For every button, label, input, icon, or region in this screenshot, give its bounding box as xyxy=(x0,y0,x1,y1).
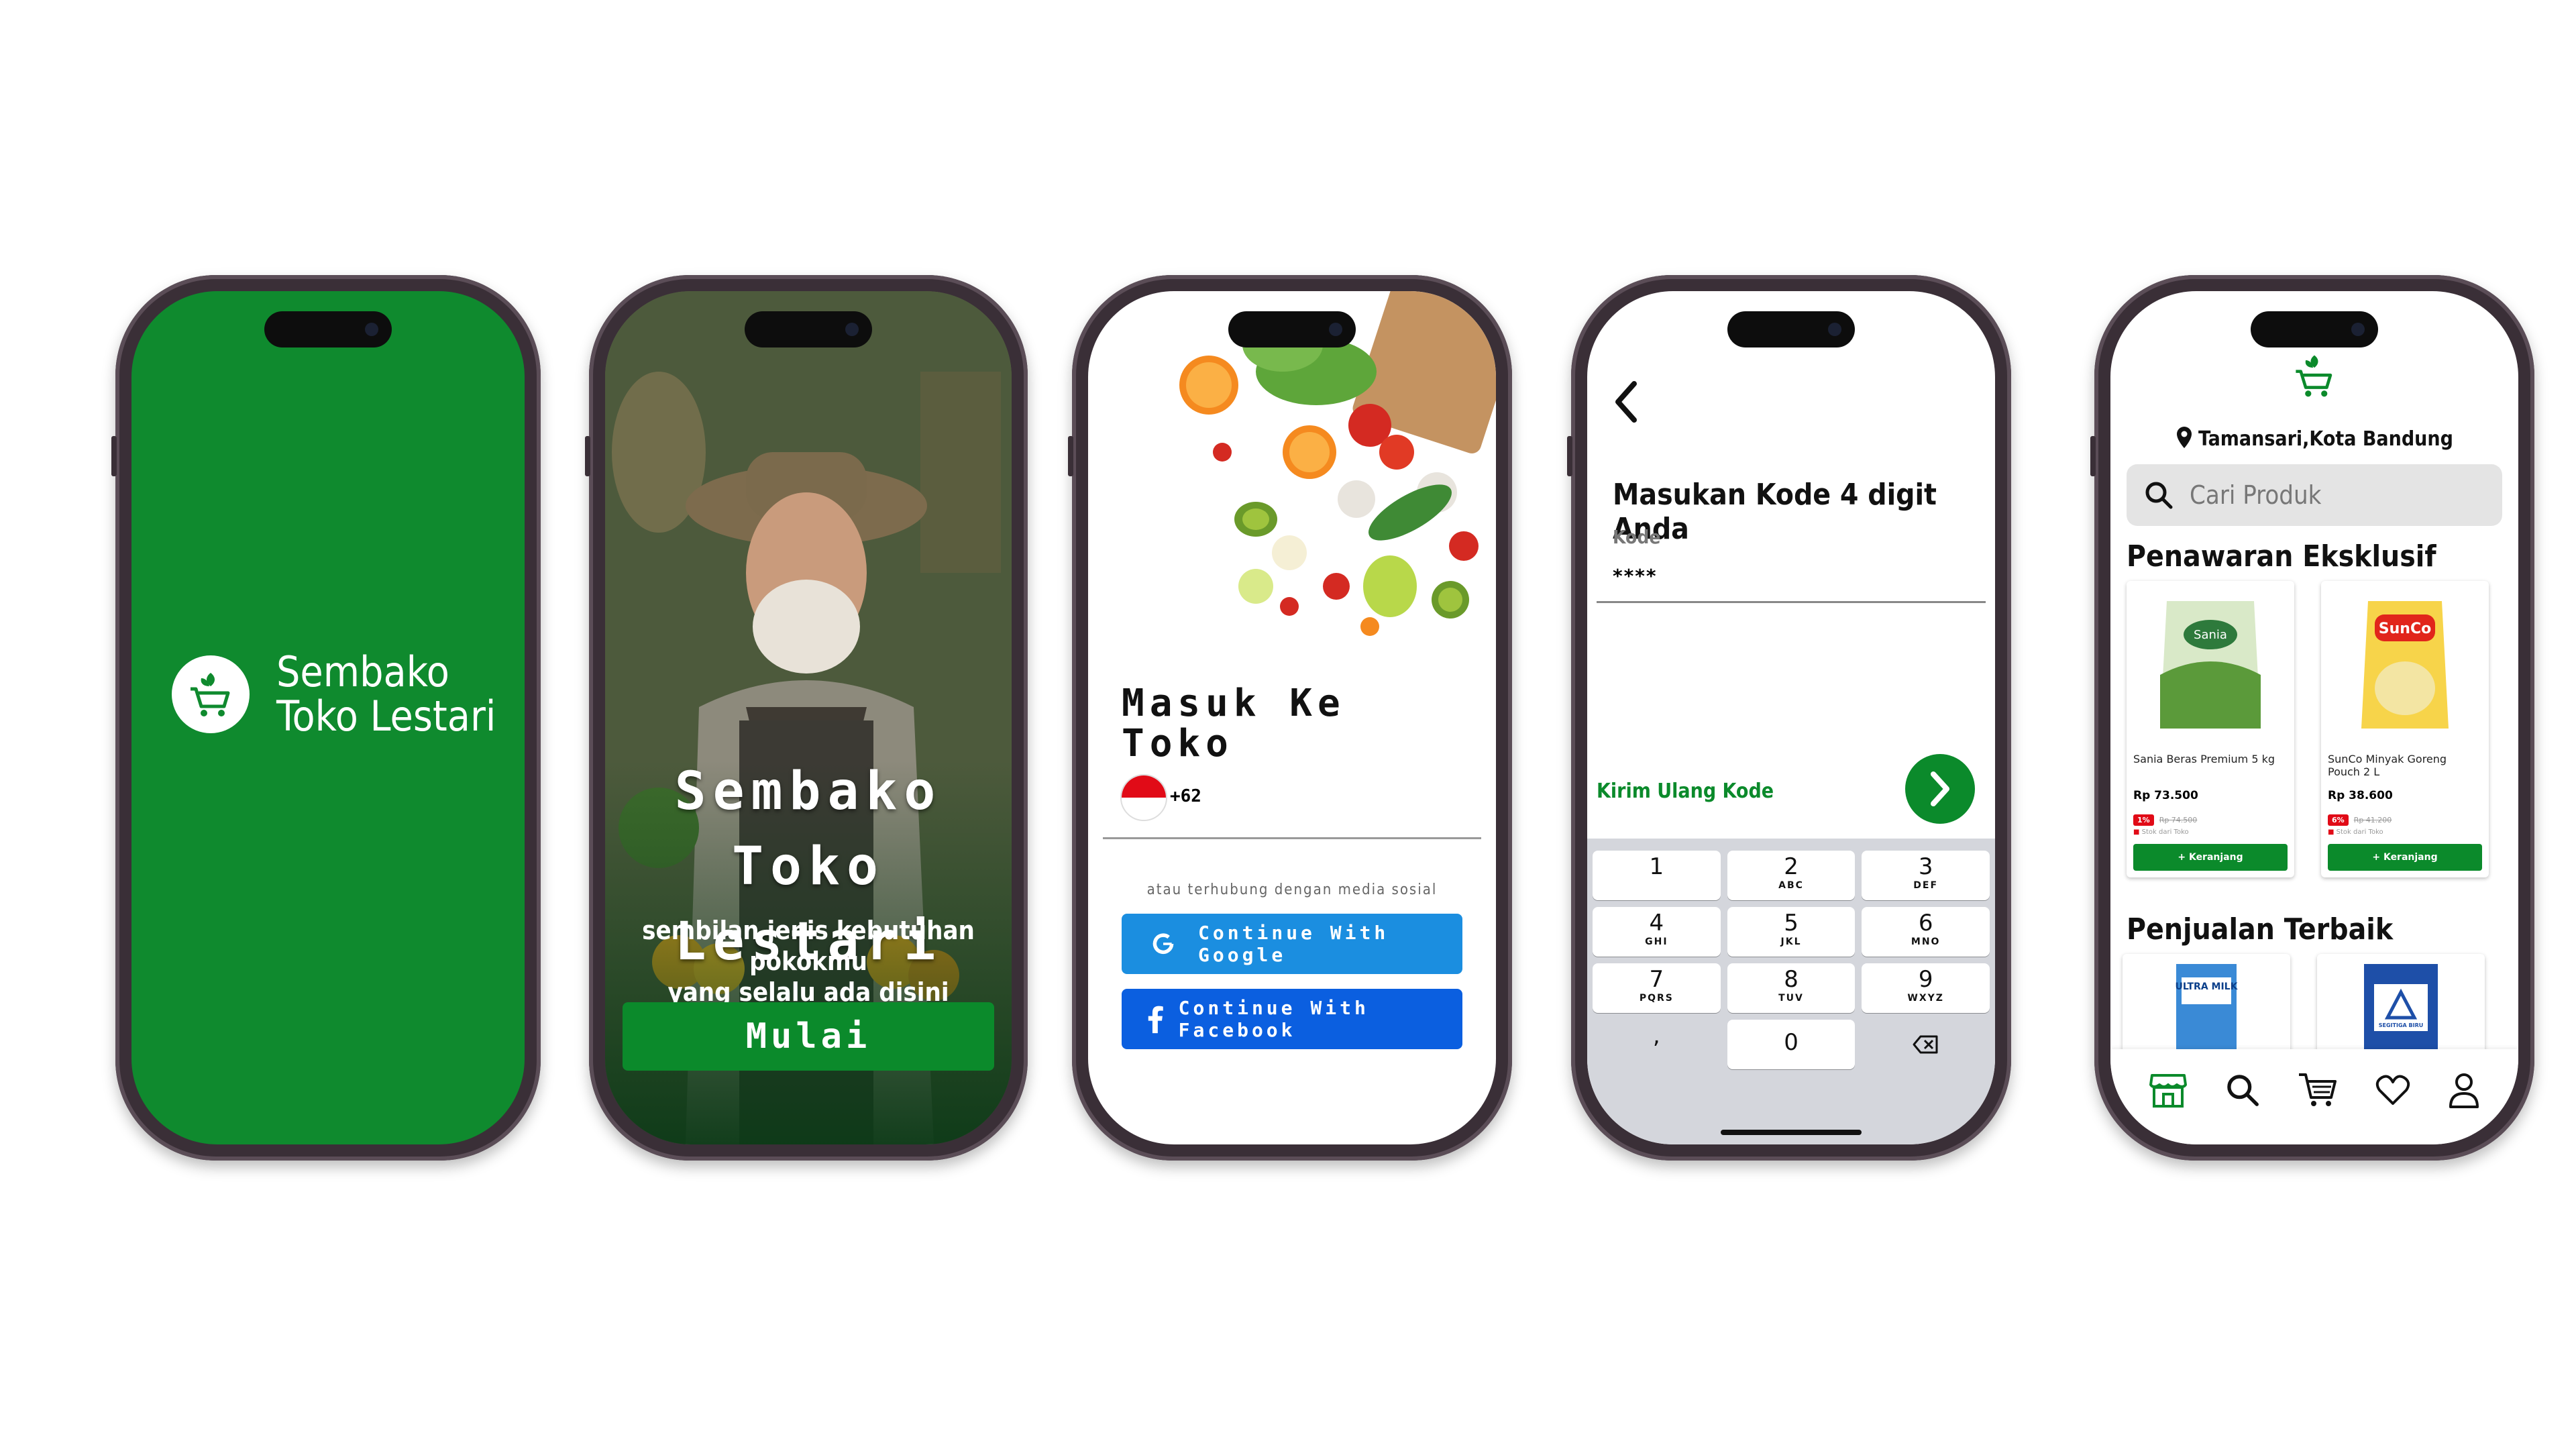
splash-screen: Sembako Toko Lestari xyxy=(131,291,525,1144)
key-6[interactable]: 6 MNO xyxy=(1862,907,1990,957)
key-1[interactable]: 1 xyxy=(1593,851,1721,900)
search-icon xyxy=(2145,482,2173,509)
phone-login: Masuk Ke Toko +62 atau terhubung dengan … xyxy=(1068,275,1512,1161)
product-name: SunCo Minyak Goreng Pouch 2 L xyxy=(2328,753,2447,778)
key-3[interactable]: 3 DEF xyxy=(1862,851,1990,900)
dynamic-island xyxy=(1727,311,1855,347)
google-icon xyxy=(1152,933,1174,955)
otp-title: Masukan Kode 4 digit Anda xyxy=(1613,478,1937,546)
google-button-label: Continue With Google xyxy=(1198,922,1389,966)
onboarding-title-1: Sembako xyxy=(674,761,943,822)
old-price: Rp 74.500 xyxy=(2159,816,2198,824)
backspace-icon xyxy=(1913,1035,1938,1054)
product-card[interactable]: Sania Sania Beras Premium 5 kg Rp 73.500… xyxy=(2127,581,2294,877)
svg-text:Sania: Sania xyxy=(2194,628,2227,642)
product-card[interactable]: ULTRA MILK xyxy=(2123,954,2290,1061)
store-icon: ■ xyxy=(2328,828,2334,836)
discount-badge: 6% xyxy=(2328,814,2349,826)
phone-splash: Sembako Toko Lestari xyxy=(111,275,541,1161)
onboarding-screen: Sembako Toko Lestari sembilan jenis kebu… xyxy=(605,291,1012,1144)
cart-leaf-icon xyxy=(172,655,250,733)
otp-field-label: Kode xyxy=(1613,526,1661,548)
home-indicator xyxy=(1721,1130,1862,1135)
key-4[interactable]: 4 GHI xyxy=(1593,907,1721,957)
resend-code-link[interactable]: Kirim Ulang Kode xyxy=(1597,780,1774,803)
start-button[interactable]: Mulai xyxy=(623,1002,994,1071)
dynamic-island xyxy=(745,311,872,347)
add-to-cart-button[interactable]: + Keranjang xyxy=(2133,844,2288,871)
brand-line-1: Sembako xyxy=(276,647,449,696)
user-icon[interactable] xyxy=(2449,1072,2479,1108)
facebook-button-label: Continue With Facebook xyxy=(1178,997,1369,1041)
otp-screen: Masukan Kode 4 digit Anda Kode **** Kiri… xyxy=(1587,291,1995,1144)
product-image: ULTRA MILK xyxy=(2123,954,2290,1061)
key-2[interactable]: 2 ABC xyxy=(1727,851,1856,900)
key-9[interactable]: 9 WXYZ xyxy=(1862,963,1990,1013)
numeric-keypad: 1 2 ABC 3 DEF 4 GHI 5 JKL 6 MNO 7 PQRS 8 TUV 9W… xyxy=(1587,839,1995,1144)
key-7[interactable]: 7 PQRS xyxy=(1593,963,1721,1013)
bottom-navigation xyxy=(2110,1049,2518,1144)
cart-icon[interactable] xyxy=(2298,1072,2338,1108)
key-comma[interactable]: , xyxy=(1593,1020,1721,1069)
dynamic-island xyxy=(1228,311,1356,347)
location-label[interactable]: Tamansari,Kota Bandung xyxy=(2110,425,2518,451)
splash-logo: Sembako Toko Lestari xyxy=(172,650,496,739)
product-image: SunCo xyxy=(2321,581,2489,749)
indonesia-flag-icon[interactable] xyxy=(1120,774,1167,821)
chevron-right-icon xyxy=(1931,771,1949,806)
phone-otp: Masukan Kode 4 digit Anda Kode **** Kiri… xyxy=(1567,275,2011,1161)
login-title-2: Toko xyxy=(1122,722,1234,765)
phone-onboarding: Sembako Toko Lestari sembilan jenis kebu… xyxy=(585,275,1028,1161)
login-title-1: Masuk Ke xyxy=(1122,682,1346,725)
product-image: SEGITIGA BIRU xyxy=(2317,954,2485,1061)
home-screen: Tamansari,Kota Bandung Cari Produk Penaw… xyxy=(2110,291,2518,1144)
svg-text:SunCo: SunCo xyxy=(2379,621,2431,637)
key-0[interactable]: 0 xyxy=(1727,1020,1856,1069)
google-login-button[interactable]: Continue With Google xyxy=(1122,914,1462,974)
search-input[interactable]: Cari Produk xyxy=(2127,464,2502,526)
product-name: Sania Beras Premium 5 kg xyxy=(2133,753,2275,765)
onboarding-subtitle-1: sembilan jenis kebutuhan pokokmu xyxy=(642,916,975,976)
back-arrow-icon[interactable] xyxy=(1613,378,1640,425)
store-icon[interactable] xyxy=(2149,1073,2188,1108)
section-best-title: Penjualan Terbaik xyxy=(2127,912,2394,947)
product-price: Rp 38.600 xyxy=(2328,789,2393,802)
backspace-key[interactable] xyxy=(1862,1020,1990,1069)
key-5[interactable]: 5 JKL xyxy=(1727,907,1856,957)
dynamic-island xyxy=(2251,311,2378,347)
otp-input-underline xyxy=(1597,601,1986,603)
country-code[interactable]: +62 xyxy=(1170,786,1201,806)
product-price: Rp 73.500 xyxy=(2133,789,2198,802)
brand-line-2: Toko Lestari xyxy=(276,692,496,741)
search-icon[interactable] xyxy=(2225,1073,2260,1108)
stock-label: ■ Stok dari Toko xyxy=(2328,828,2383,836)
svg-text:ULTRA MILK: ULTRA MILK xyxy=(2176,981,2239,992)
cart-leaf-icon xyxy=(2296,355,2332,397)
location-pin-icon xyxy=(2177,427,2192,448)
product-card[interactable]: SunCo SunCo Minyak Goreng Pouch 2 L Rp 3… xyxy=(2321,581,2489,877)
product-image: Sania xyxy=(2127,581,2294,749)
phone-input-underline[interactable] xyxy=(1103,837,1481,839)
svg-text:SEGITIGA BIRU: SEGITIGA BIRU xyxy=(2379,1022,2423,1028)
search-placeholder: Cari Produk xyxy=(2190,480,2322,510)
login-screen: Masuk Ke Toko +62 atau terhubung dengan … xyxy=(1088,291,1496,1144)
facebook-icon xyxy=(1148,1006,1163,1034)
discount-badge: 1% xyxy=(2133,814,2154,826)
social-hint: atau terhubung dengan media sosial xyxy=(1146,881,1438,898)
phone-home: Tamansari,Kota Bandung Cari Produk Penaw… xyxy=(2090,275,2534,1161)
store-icon: ■ xyxy=(2133,828,2140,836)
dynamic-island xyxy=(264,311,392,347)
heart-icon[interactable] xyxy=(2375,1074,2410,1106)
product-card[interactable]: SEGITIGA BIRU xyxy=(2317,954,2485,1061)
stock-label: ■ Stok dari Toko xyxy=(2133,828,2189,836)
old-price: Rp 41.200 xyxy=(2353,816,2392,824)
add-to-cart-button[interactable]: + Keranjang xyxy=(2328,844,2482,871)
section-exclusive-title: Penawaran Eksklusif xyxy=(2127,539,2436,574)
otp-input[interactable]: **** xyxy=(1613,565,1658,587)
next-button[interactable] xyxy=(1905,754,1975,824)
key-8[interactable]: 8 TUV xyxy=(1727,963,1856,1013)
facebook-login-button[interactable]: Continue With Facebook xyxy=(1122,989,1462,1049)
